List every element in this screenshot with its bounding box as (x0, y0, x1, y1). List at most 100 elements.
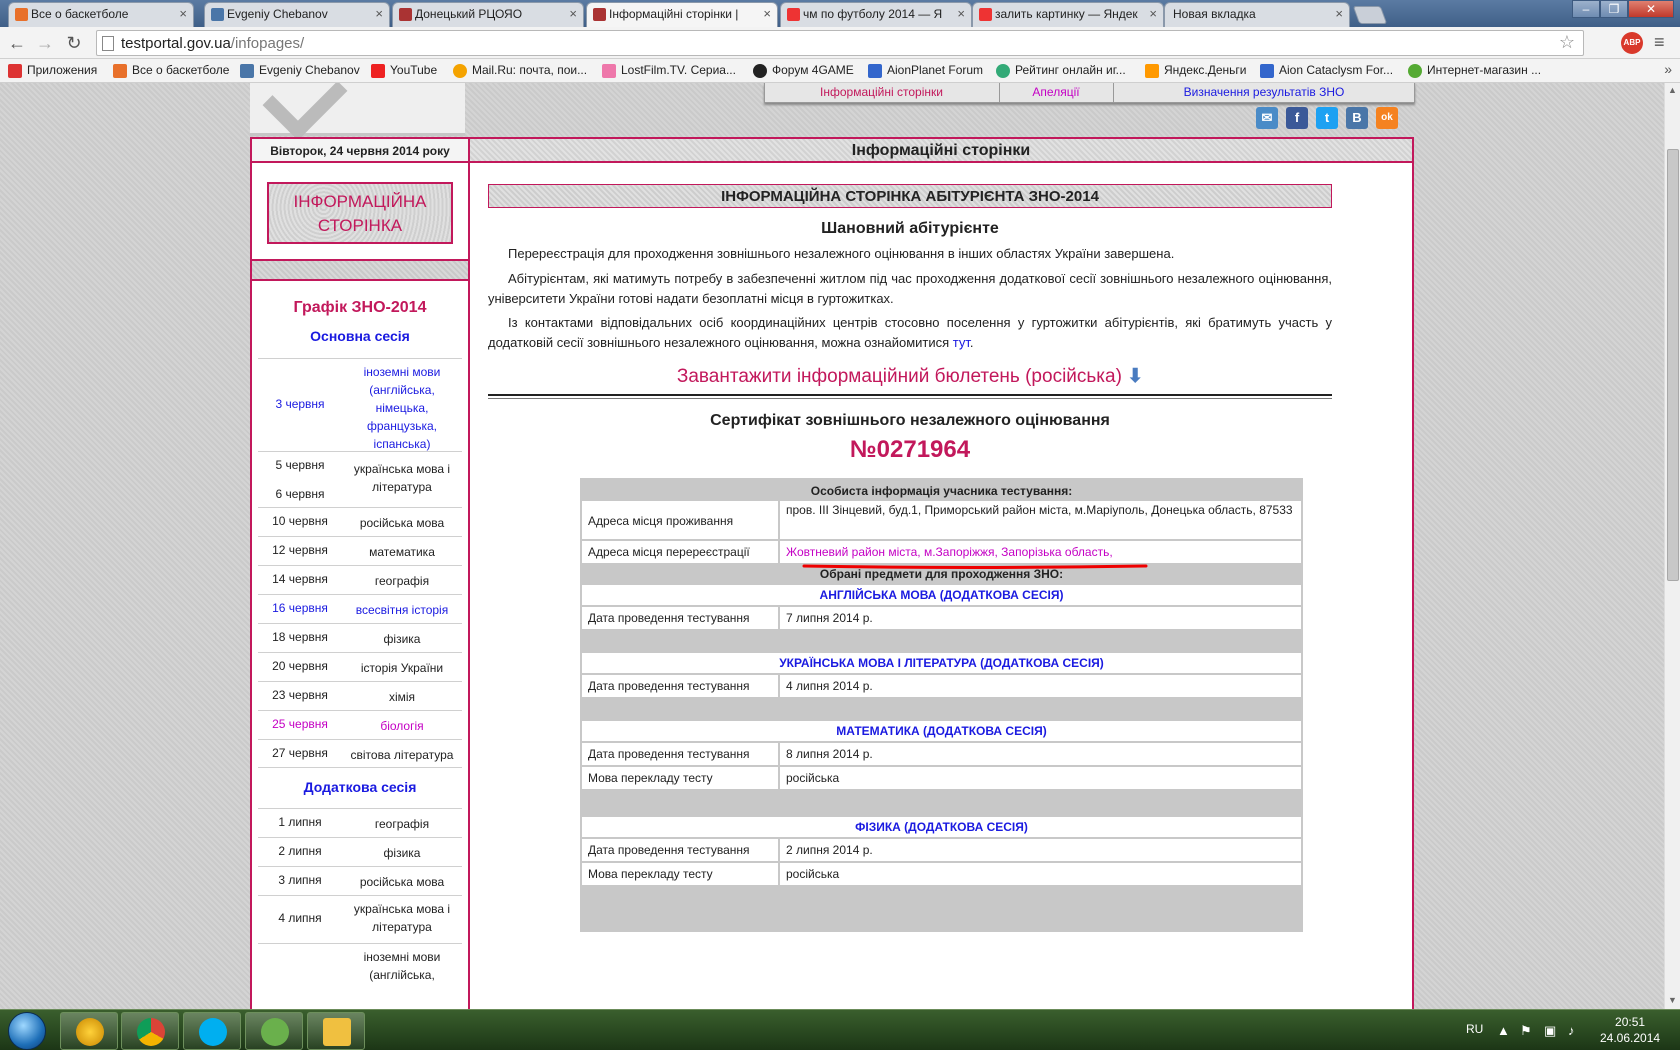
keyboard-language[interactable]: RU (1466, 1022, 1483, 1036)
bookmark-lostfilm[interactable]: LostFilm.TV. Сериа... (602, 63, 736, 78)
bookmark-star-icon[interactable]: ☆ (1559, 32, 1575, 53)
test-date-value: 4 липня 2014 р. (780, 675, 1301, 697)
tab-infopages[interactable]: Інформаційні сторінки | × (586, 2, 778, 27)
site-logo[interactable] (250, 83, 465, 141)
test-date-label: Дата проведення тестування (582, 607, 778, 629)
vertical-scrollbar[interactable]: ▲ ▼ (1664, 83, 1680, 1009)
certificate-number: №0271964 (849, 436, 971, 463)
nav-appeals[interactable]: Апеляції (1000, 85, 1112, 99)
contacts-link[interactable]: тут (953, 335, 970, 350)
yandex-money-icon (1145, 64, 1159, 78)
maximize-icon[interactable]: ❐ (1600, 0, 1628, 18)
schedule-row: 23 червня хімія (258, 681, 462, 710)
nav-results[interactable]: Визначення результатів ЗНО (1114, 85, 1414, 99)
subject-english: АНГЛІЙСЬКА МОВА (ДОДАТКОВА СЕСІЯ) (582, 585, 1301, 605)
basketball-icon (113, 64, 127, 78)
schedule-row: 3 червня іноземні мови (англійська, німе… (258, 358, 462, 451)
residence-value: пров. III Зінцевий, буд.1, Приморський р… (780, 501, 1301, 539)
close-icon[interactable]: × (1335, 6, 1343, 21)
subject-math: МАТЕМАТИКА (ДОДАТКОВА СЕСІЯ) (582, 721, 1301, 741)
vk-share-icon[interactable]: В (1346, 107, 1368, 129)
bookmark-aionplanet[interactable]: AionPlanet Forum (868, 63, 983, 78)
scroll-up-icon[interactable]: ▲ (1668, 85, 1677, 95)
odnoklassniki-icon[interactable]: ok (1376, 107, 1398, 129)
test-date-label: Дата проведення тестування (582, 675, 778, 697)
mailru-icon (453, 64, 467, 78)
tab-upload-image[interactable]: залить картинку — Яндек × (972, 2, 1164, 27)
email-share-icon[interactable]: ✉ (1256, 107, 1278, 129)
download-bulletin-link[interactable]: Завантажити інформаційний бюлетень (росі… (488, 365, 1332, 388)
bookmark-vk[interactable]: Evgeniy Chebanov (240, 63, 360, 78)
scroll-down-icon[interactable]: ▼ (1668, 995, 1677, 1005)
test-language-label: Мова перекладу тесту (582, 863, 778, 885)
top-navigation: Інформаційні сторінки Апеляції Визначенн… (764, 83, 1415, 103)
close-icon[interactable]: × (569, 6, 577, 21)
system-clock[interactable]: 20:51 24.06.2014 (1600, 1014, 1660, 1046)
close-window-icon[interactable]: ✕ (1628, 0, 1674, 18)
bookmark-aion-cataclysm[interactable]: Aion Cataclysm For... (1260, 63, 1393, 78)
start-button[interactable] (2, 1011, 54, 1050)
content-frame: Вівторок, 24 червня 2014 року ІНФОРМАЦІЙ… (250, 137, 1414, 1009)
bookmark-youtube[interactable]: YouTube (371, 63, 437, 78)
close-icon[interactable]: × (763, 6, 771, 21)
taskbar-utorrent[interactable] (245, 1012, 303, 1050)
tray-flag-icon[interactable]: ⚑ (1520, 1023, 1532, 1039)
twitter-icon[interactable]: t (1316, 107, 1338, 129)
close-icon[interactable]: × (957, 6, 965, 21)
info-page-badge[interactable]: ІНФОРМАЦІЙНА СТОРІНКА (267, 182, 453, 244)
address-bar[interactable]: testportal.gov.ua/infopages/ ☆ (96, 30, 1584, 56)
window-controls: – ❐ ✕ (1572, 0, 1674, 20)
bookmarks-overflow-icon[interactable]: » (1664, 61, 1672, 77)
book-icon (593, 8, 606, 21)
folder-icon (323, 1018, 351, 1046)
bookmark-basketball[interactable]: Все о баскетболе (113, 63, 229, 78)
taskbar-chrome[interactable] (121, 1012, 179, 1050)
tab-rcoyao[interactable]: Донецький РЦОЯО × (392, 2, 584, 27)
bookmark-4game[interactable]: Форум 4GAME (753, 63, 854, 78)
test-language-label: Мова перекладу тесту (582, 767, 778, 789)
subject-physics: ФІЗИКА (ДОДАТКОВА СЕСІЯ) (582, 817, 1301, 837)
tab-new[interactable]: Новая вкладка × (1164, 2, 1350, 27)
forward-icon[interactable]: → (34, 32, 56, 54)
schedule-row: 5 червня 6 червня українська мова і літе… (258, 451, 462, 507)
network-icon[interactable]: ▣ (1544, 1023, 1556, 1039)
menu-icon[interactable]: ≡ (1654, 32, 1665, 53)
section-divider (488, 394, 1332, 399)
taskbar-skype[interactable] (183, 1012, 241, 1050)
adblock-icon[interactable]: ABP (1621, 32, 1643, 54)
bookmark-shop[interactable]: Интернет-магазин ... (1408, 63, 1541, 78)
tab-football[interactable]: чм по футболу 2014 — Я × (780, 2, 972, 27)
facebook-icon[interactable]: f (1286, 107, 1308, 129)
close-icon[interactable]: × (375, 6, 383, 21)
reload-icon[interactable]: ↻ (63, 32, 85, 54)
bookmark-apps[interactable]: Приложения (8, 63, 97, 78)
schedule-row: 3 липня російська мова (258, 866, 462, 895)
test-language-value: російська (780, 767, 1301, 789)
minimize-icon[interactable]: – (1572, 0, 1600, 18)
new-tab-button[interactable] (1352, 6, 1388, 24)
schedule-row: 14 червня географія (258, 565, 462, 594)
lostfilm-icon (602, 64, 616, 78)
close-icon[interactable]: × (179, 6, 187, 21)
tray-expand-icon[interactable]: ▲ (1497, 1023, 1510, 1038)
schedule-row: іноземні мови (англійська, (258, 943, 462, 1009)
bookmark-rating[interactable]: Рейтинг онлайн иг... (996, 63, 1126, 78)
apps-icon (8, 64, 22, 78)
close-icon[interactable]: × (1149, 6, 1157, 21)
subjects-header: Обрані предмети для проходження ЗНО: (819, 567, 1064, 581)
scrollbar-thumb[interactable] (1667, 149, 1679, 581)
nav-info-pages[interactable]: Інформаційні сторінки (765, 85, 998, 99)
main-session-title: Основна сесія (310, 328, 410, 344)
tab-basketball[interactable]: Все о баскетболе × (8, 2, 194, 27)
back-icon[interactable]: ← (6, 32, 28, 54)
taskbar-aion[interactable] (60, 1012, 118, 1050)
bookmark-mailru[interactable]: Mail.Ru: почта, пои... (453, 63, 587, 78)
test-date-value: 2 липня 2014 р. (780, 839, 1301, 861)
bookmark-yandex-money[interactable]: Яндекс.Деньги (1145, 63, 1246, 78)
volume-icon[interactable]: ♪ (1568, 1023, 1575, 1038)
windows-taskbar: RU ▲ ⚑ ▣ ♪ 20:51 24.06.2014 (0, 1009, 1680, 1050)
taskbar-explorer[interactable] (307, 1012, 365, 1050)
tab-vk[interactable]: Evgeniy Chebanov × (204, 2, 390, 27)
chrome-icon (137, 1018, 165, 1046)
yandex-icon (979, 8, 992, 21)
